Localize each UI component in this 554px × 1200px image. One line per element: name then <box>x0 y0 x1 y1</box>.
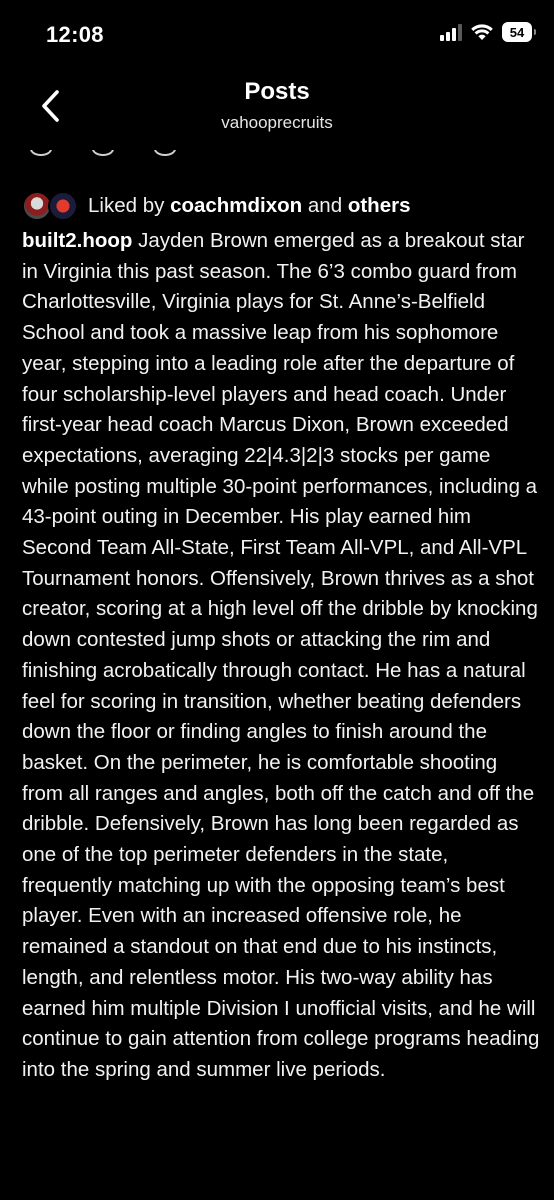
post-caption: built2.hoop Jayden Brown emerged as a br… <box>22 226 542 1086</box>
signal-icon <box>440 23 462 41</box>
page-title: Posts <box>244 78 310 105</box>
navigation-bar: Posts vahooprecruits <box>0 70 554 150</box>
liker-username[interactable]: coachmdixon <box>170 194 302 217</box>
heart-icon[interactable] <box>30 150 52 156</box>
likes-row[interactable]: Liked by coachmdixon and others <box>22 186 410 226</box>
likes-prefix: Liked by <box>88 194 165 217</box>
action-icons <box>30 150 176 156</box>
likes-others[interactable]: others <box>348 194 411 217</box>
caption-text: Jayden Brown emerged as a breakout star … <box>22 229 540 1081</box>
status-icons: 54 <box>440 22 536 42</box>
likes-text: Liked by coachmdixon and others <box>88 194 410 218</box>
battery-icon: 54 <box>502 22 536 42</box>
status-time: 12:08 <box>46 22 104 47</box>
caption-author[interactable]: built2.hoop <box>22 229 132 252</box>
status-bar: 12:08 54 <box>0 0 554 70</box>
likes-joiner: and <box>307 194 343 217</box>
page-subtitle[interactable]: vahooprecruits <box>0 113 554 133</box>
comment-icon[interactable] <box>92 150 114 156</box>
wifi-icon <box>471 23 493 40</box>
post-actions-peek <box>0 150 554 164</box>
avatar <box>48 191 78 221</box>
share-icon[interactable] <box>154 150 176 156</box>
liker-avatars <box>22 189 82 223</box>
